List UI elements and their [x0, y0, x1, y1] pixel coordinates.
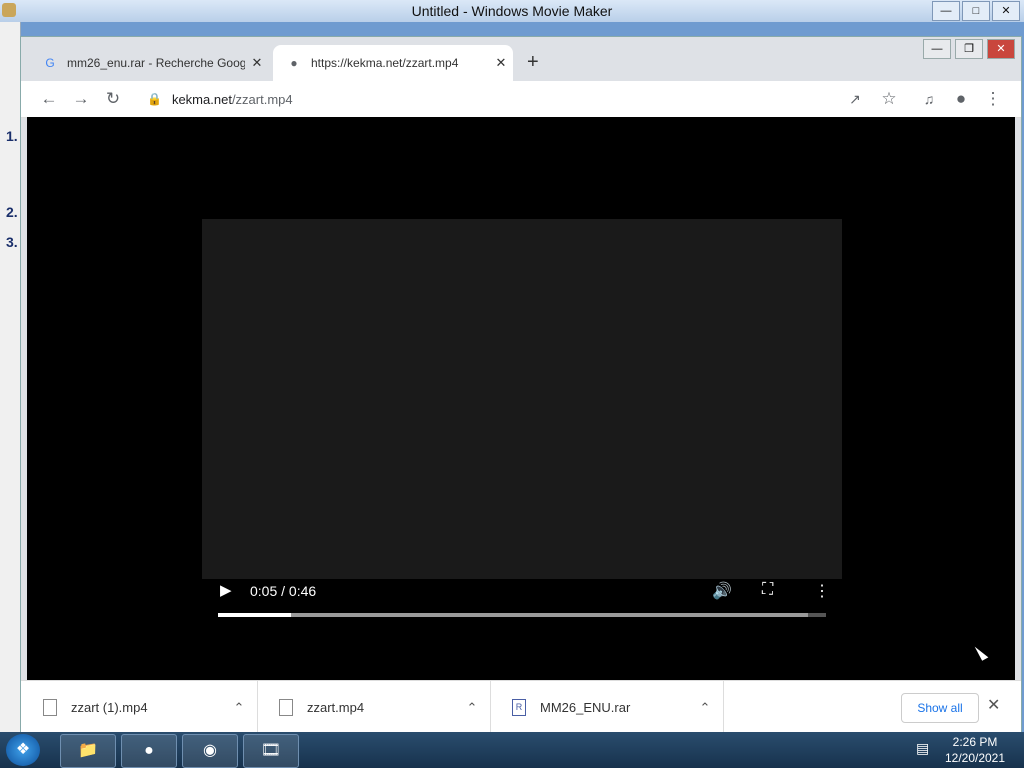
- download-item[interactable]: zzart (1).mp4 ⌃: [21, 681, 258, 734]
- new-tab-button[interactable]: +: [527, 51, 539, 74]
- chrome-icon[interactable]: ◉: [182, 734, 238, 768]
- address-bar[interactable]: 🔒 kekma.net /zzart.mp4: [137, 85, 877, 113]
- download-shelf: zzart (1).mp4 ⌃ zzart.mp4 ⌃ R MM26_ENU.r…: [21, 680, 1021, 734]
- clock-time: 2:26 PM: [952, 735, 998, 749]
- bookmark-star-icon[interactable]: ☆: [877, 87, 901, 111]
- close-button[interactable]: ✕: [987, 39, 1015, 59]
- tab-title: https://kekma.net/zzart.mp4: [311, 56, 459, 70]
- buffered-fill: [218, 613, 808, 617]
- minimize-button[interactable]: —: [923, 39, 951, 59]
- clock-date: 12/20/2021: [944, 751, 1006, 765]
- video-player: ▶ 0:05 / 0:46 🔊 ⛶ ⋮: [27, 117, 1015, 680]
- task-step-3: 3.: [6, 234, 18, 250]
- lock-icon: 🔒: [147, 92, 162, 106]
- browser-window: G mm26_enu.rar - Recherche Goog ✕ ● http…: [20, 36, 1022, 734]
- playback-time: 0:05 / 0:46: [250, 583, 317, 599]
- network-icon[interactable]: ▤: [916, 740, 929, 757]
- download-item[interactable]: zzart.mp4 ⌃: [257, 681, 491, 734]
- archive-icon: R: [512, 699, 526, 716]
- google-icon: G: [45, 56, 55, 70]
- firefox-icon[interactable]: ●: [121, 734, 177, 768]
- start-button[interactable]: ❖: [6, 734, 40, 766]
- close-icon[interactable]: ✕: [987, 695, 1000, 715]
- tab-strip: G mm26_enu.rar - Recherche Goog ✕ ● http…: [21, 37, 1021, 81]
- profile-avatar-icon[interactable]: ●: [949, 87, 973, 111]
- play-icon[interactable]: ▶: [220, 581, 232, 599]
- task-step-1: 1.: [6, 128, 18, 144]
- tab-search[interactable]: G mm26_enu.rar - Recherche Goog ✕: [29, 45, 269, 81]
- download-name: MM26_ENU.rar: [540, 700, 631, 715]
- fullscreen-icon[interactable]: ⛶: [762, 581, 773, 599]
- tab-video[interactable]: ● https://kekma.net/zzart.mp4 ✕: [273, 45, 513, 81]
- window-controls: — □ ✕: [932, 1, 1020, 21]
- clock[interactable]: 2:26 PM 12/20/2021: [940, 734, 1010, 766]
- progress-bar[interactable]: [218, 613, 826, 617]
- close-button[interactable]: ✕: [992, 1, 1020, 21]
- taskbar: ❖ 📁 ● ◉ 🎞 ▤ 2:26 PM 12/20/2021: [0, 732, 1024, 768]
- window-title: Untitled - Windows Movie Maker: [411, 3, 613, 19]
- globe-icon: ●: [290, 56, 298, 70]
- share-icon[interactable]: ↗: [843, 87, 867, 111]
- file-icon: [43, 699, 57, 716]
- movie-maker-icon[interactable]: 🎞: [243, 734, 299, 768]
- media-control-icon[interactable]: ♫: [917, 87, 941, 111]
- file-icon: [279, 699, 293, 716]
- download-name: zzart (1).mp4: [71, 700, 148, 715]
- back-icon[interactable]: ←: [37, 87, 61, 111]
- played-fill: [218, 613, 291, 617]
- restore-button[interactable]: ❐: [955, 39, 983, 59]
- volume-icon[interactable]: 🔊: [712, 581, 732, 601]
- chevron-up-icon[interactable]: ⌃: [687, 700, 723, 716]
- more-menu-icon[interactable]: ⋮: [981, 87, 1005, 111]
- more-options-icon[interactable]: ⋮: [814, 581, 830, 601]
- explorer-icon[interactable]: 📁: [60, 734, 116, 768]
- reload-icon[interactable]: ↻: [101, 87, 125, 111]
- video-controls: ▶ 0:05 / 0:46 🔊 ⛶ ⋮: [202, 575, 842, 625]
- browser-toolbar: ← → ↻ 🔒 kekma.net /zzart.mp4 ↗ ☆ ♫ ● ⋮: [21, 81, 1021, 118]
- close-tab-icon[interactable]: ✕: [245, 55, 269, 71]
- close-tab-icon[interactable]: ✕: [489, 55, 513, 71]
- video-frame-omitted[interactable]: [202, 219, 842, 579]
- minimize-button[interactable]: —: [932, 1, 960, 21]
- url-host: kekma.net: [171, 91, 232, 107]
- forward-icon[interactable]: →: [69, 87, 93, 111]
- show-all-button[interactable]: Show all: [901, 693, 979, 723]
- maximize-button[interactable]: □: [962, 1, 990, 21]
- chevron-up-icon[interactable]: ⌃: [454, 700, 490, 716]
- tab-title: mm26_enu.rar - Recherche Goog: [67, 56, 245, 70]
- movie-maker-task-pane: 1. 2. 3.: [0, 22, 21, 732]
- url-path: /zzart.mp4: [231, 91, 293, 107]
- browser-window-controls: — ❐ ✕: [923, 39, 1015, 59]
- chevron-up-icon[interactable]: ⌃: [221, 700, 257, 716]
- download-name: zzart.mp4: [307, 700, 365, 715]
- movie-maker-titlebar: Untitled - Windows Movie Maker — □ ✕: [0, 0, 1024, 22]
- task-step-2: 2.: [6, 204, 18, 220]
- download-item[interactable]: R MM26_ENU.rar ⌃: [490, 681, 724, 734]
